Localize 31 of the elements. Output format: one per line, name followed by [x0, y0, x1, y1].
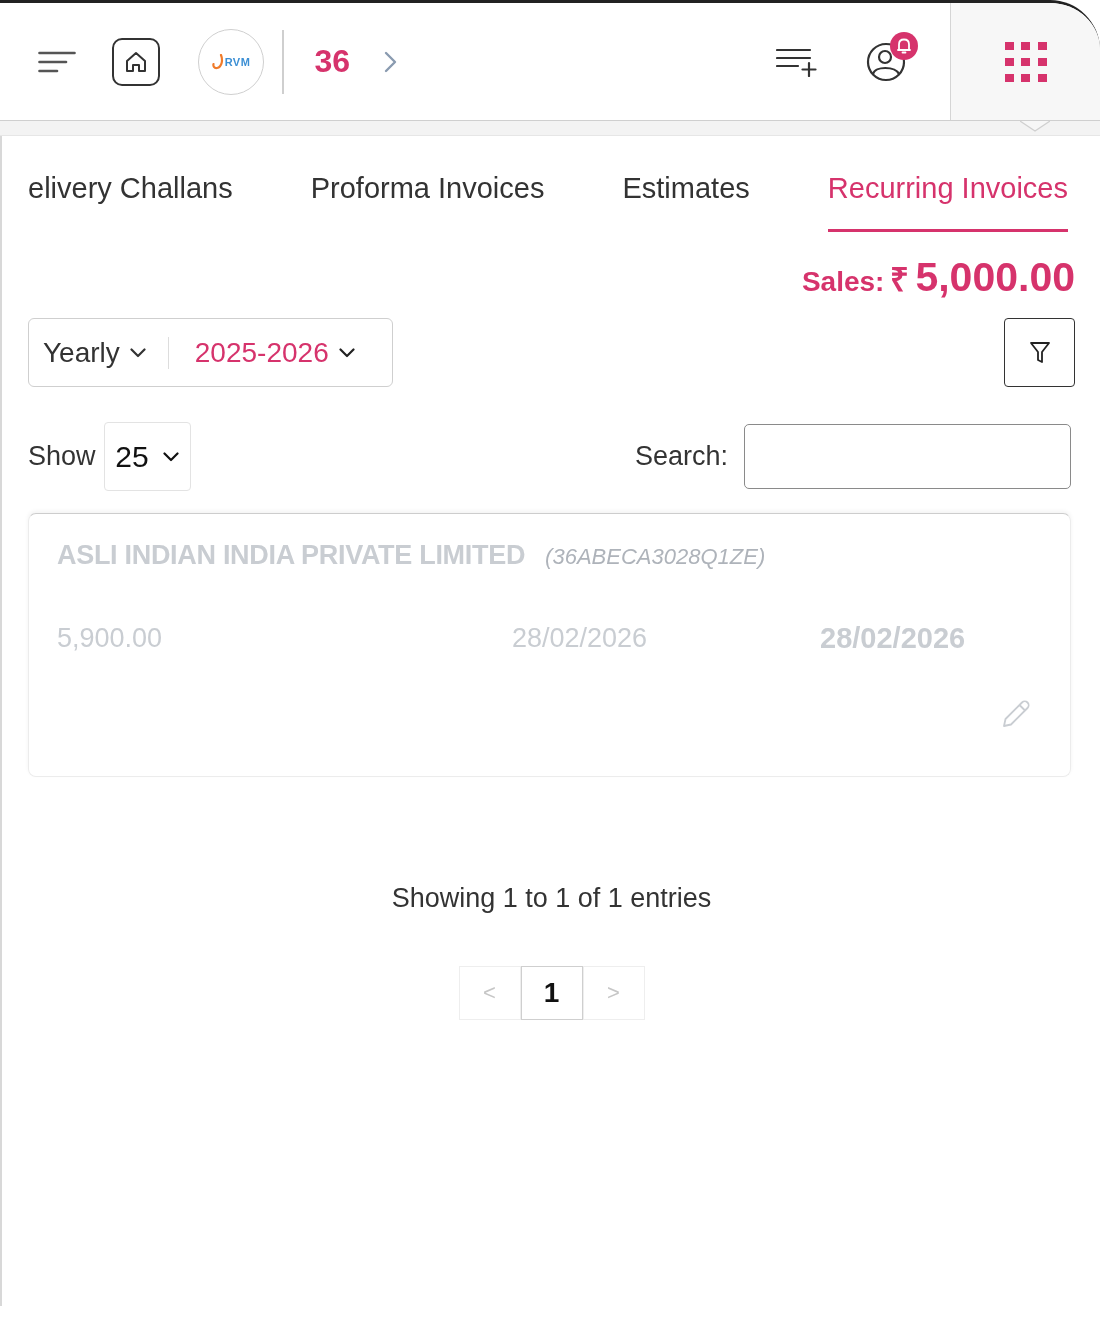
add-to-list-icon[interactable]: [776, 46, 818, 77]
filter-icon: [1028, 340, 1051, 365]
year-select[interactable]: 2025-2026: [194, 336, 355, 369]
logo-text: RVM: [224, 55, 251, 68]
show-label: Show: [28, 441, 96, 472]
sales-amount: 5,000.00: [915, 254, 1075, 301]
search-field[interactable]: [744, 424, 1071, 489]
page-size-select[interactable]: 25: [103, 422, 191, 491]
gstin: (36ABECA3028Q1ZE): [545, 544, 766, 570]
notification-bell-icon[interactable]: [890, 31, 918, 60]
tab[interactable]: Recurring Invoices: [827, 162, 1068, 232]
chevron-down-icon: [129, 347, 146, 358]
home-button[interactable]: [112, 37, 160, 86]
grid-icon[interactable]: [1004, 41, 1047, 82]
record-count: 36: [314, 43, 351, 80]
period-select[interactable]: Yearly: [43, 336, 146, 369]
swoosh-icon: [211, 53, 224, 70]
user-icon[interactable]: [866, 41, 906, 82]
page-button[interactable]: 1: [520, 966, 583, 1020]
search-label: Search:: [634, 441, 728, 472]
sales-label: Sales:: [801, 266, 885, 298]
tab[interactable]: Estimates: [622, 162, 750, 232]
tab[interactable]: Proforma Invoices: [310, 162, 545, 232]
entries-info: Showing 1 to 1 of 1 entries: [390, 883, 713, 914]
chevron-down-icon: [162, 451, 179, 462]
filter-button[interactable]: [1004, 318, 1075, 387]
chevron-right-icon[interactable]: [384, 49, 399, 74]
menu-icon[interactable]: [38, 50, 76, 73]
tab[interactable]: elivery Challans: [28, 162, 233, 232]
currency-symbol: ₹: [890, 260, 910, 300]
chevron-down-icon: [338, 347, 355, 358]
